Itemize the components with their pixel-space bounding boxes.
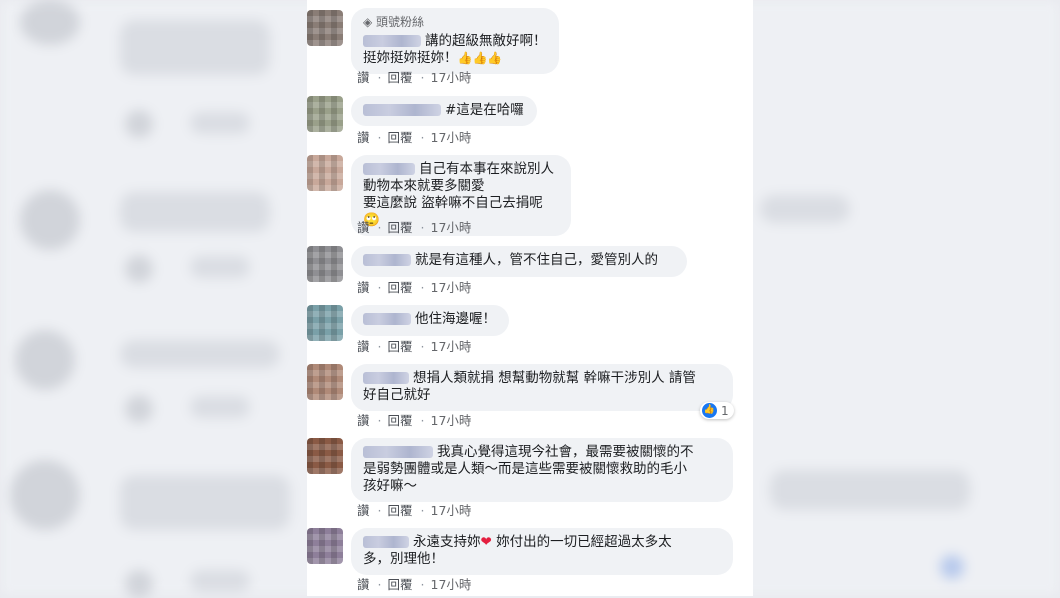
avatar[interactable] bbox=[307, 246, 343, 282]
comment-text: 我真心覺得這現今社會，最需要被關懷的不 bbox=[437, 444, 694, 460]
reply-button[interactable]: 回覆 bbox=[388, 413, 413, 428]
comment-text: 孩好嘛～ bbox=[363, 478, 417, 494]
timestamp[interactable]: 17小時 bbox=[431, 413, 472, 428]
like-button[interactable]: 讚 bbox=[357, 503, 370, 518]
like-reaction-icon: 👍 bbox=[702, 403, 717, 418]
top-fan-badge: ◈ 頭號粉絲 bbox=[363, 15, 425, 29]
comment-text: 是弱勢團體或是人類～而是這些需要被關懷救助的毛小 bbox=[363, 461, 687, 477]
reply-button[interactable]: 回覆 bbox=[388, 503, 413, 518]
comment-text: 自己有本事在來說別人 bbox=[419, 161, 554, 177]
avatar[interactable] bbox=[307, 96, 343, 132]
comment-text: 永遠支持妳 bbox=[413, 534, 481, 550]
blurred-username[interactable] bbox=[363, 446, 433, 458]
comment-text: 他住海邊喔！ bbox=[415, 311, 496, 327]
timestamp[interactable]: 17小時 bbox=[431, 577, 472, 592]
reaction-count-value: 1 bbox=[721, 403, 729, 418]
avatar[interactable] bbox=[307, 305, 343, 341]
comment-actions: 讚 · 回覆 · 17小時 bbox=[357, 220, 472, 235]
comment-text: 動物本來就要多關愛 bbox=[363, 178, 485, 194]
like-button[interactable]: 讚 bbox=[357, 280, 370, 295]
comment-text: 多，別理他！ bbox=[363, 551, 444, 567]
like-button[interactable]: 讚 bbox=[357, 339, 370, 354]
avatar[interactable] bbox=[307, 528, 343, 564]
timestamp[interactable]: 17小時 bbox=[431, 220, 472, 235]
comment-text: 要這麼說 盜幹嘛不自己去捐呢 bbox=[363, 195, 543, 211]
reaction-count[interactable]: 👍 1 bbox=[700, 402, 734, 419]
comment-bubble: 永遠支持妳❤ 妳付出的一切已經超過太多太 多，別理他！ bbox=[351, 528, 733, 575]
comment-text: 挺妳挺妳挺妳！ bbox=[363, 50, 458, 66]
comment-bubble: 他住海邊喔！ bbox=[351, 305, 509, 336]
comment-text: 講的超級無敵好啊！ bbox=[425, 33, 547, 49]
comment-text: 想捐人類就捐 想幫動物就幫 幹嘛干涉別人 請管 bbox=[413, 370, 696, 386]
timestamp[interactable]: 17小時 bbox=[431, 130, 472, 145]
heart-icon: ❤ bbox=[480, 534, 492, 550]
reply-button[interactable]: 回覆 bbox=[388, 280, 413, 295]
blurred-username[interactable] bbox=[363, 163, 415, 175]
timestamp[interactable]: 17小時 bbox=[431, 339, 472, 354]
avatar[interactable] bbox=[307, 155, 343, 191]
blurred-username[interactable] bbox=[363, 536, 409, 548]
comment-text: 就是有這種人，管不住自己，愛管別人的 bbox=[415, 252, 658, 268]
like-button[interactable]: 讚 bbox=[357, 413, 370, 428]
comment-actions: 讚 · 回覆 · 17小時 bbox=[357, 280, 472, 295]
comment-bubble: 就是有這種人，管不住自己，愛管別人的 bbox=[351, 246, 687, 277]
comment-actions: 讚 · 回覆 · 17小時 bbox=[357, 413, 472, 428]
blurred-username[interactable] bbox=[363, 35, 421, 47]
avatar[interactable] bbox=[307, 438, 343, 474]
like-button[interactable]: 讚 bbox=[357, 220, 370, 235]
like-button[interactable]: 讚 bbox=[357, 130, 370, 145]
blurred-username[interactable] bbox=[363, 104, 441, 116]
comment-text: #這是在哈囉 bbox=[445, 102, 524, 118]
avatar[interactable] bbox=[307, 10, 343, 46]
blurred-username[interactable] bbox=[363, 254, 411, 266]
reply-button[interactable]: 回覆 bbox=[388, 220, 413, 235]
reply-button[interactable]: 回覆 bbox=[388, 577, 413, 592]
reply-button[interactable]: 回覆 bbox=[388, 70, 413, 85]
timestamp[interactable]: 17小時 bbox=[431, 70, 472, 85]
thumbs-up-icon: 👍👍👍 bbox=[457, 51, 503, 65]
blurred-username[interactable] bbox=[363, 313, 411, 325]
comment-actions: 讚 · 回覆 · 17小時 bbox=[357, 339, 472, 354]
comment-bubble: 想捐人類就捐 想幫動物就幫 幹嘛干涉別人 請管 好自己就好 bbox=[351, 364, 733, 411]
comment-actions: 讚 · 回覆 · 17小時 bbox=[357, 70, 472, 85]
avatar[interactable] bbox=[307, 364, 343, 400]
comment-actions: 讚 · 回覆 · 17小時 bbox=[357, 130, 472, 145]
comment-bubble: 我真心覺得這現今社會，最需要被關懷的不 是弱勢團體或是人類～而是這些需要被關懷救… bbox=[351, 438, 733, 502]
reply-button[interactable]: 回覆 bbox=[388, 130, 413, 145]
comment-text: 好自己就好 bbox=[363, 387, 431, 403]
comment-bubble: ◈ 頭號粉絲 講的超級無敵好啊！ 挺妳挺妳挺妳！👍👍👍 bbox=[351, 8, 559, 74]
comment-actions: 讚 · 回覆 · 17小時 bbox=[357, 577, 472, 592]
timestamp[interactable]: 17小時 bbox=[431, 503, 472, 518]
comment-bubble: #這是在哈囉 bbox=[351, 96, 537, 126]
like-button[interactable]: 讚 bbox=[357, 577, 370, 592]
timestamp[interactable]: 17小時 bbox=[431, 280, 472, 295]
comment-text: 妳付出的一切已經超過太多太 bbox=[496, 534, 672, 550]
comments-panel: ◈ 頭號粉絲 講的超級無敵好啊！ 挺妳挺妳挺妳！👍👍👍 讚 · 回覆 · 17小時 #這… bbox=[307, 0, 753, 596]
reply-button[interactable]: 回覆 bbox=[388, 339, 413, 354]
blurred-username[interactable] bbox=[363, 372, 409, 384]
comment-actions: 讚 · 回覆 · 17小時 bbox=[357, 503, 472, 518]
like-button[interactable]: 讚 bbox=[357, 70, 370, 85]
